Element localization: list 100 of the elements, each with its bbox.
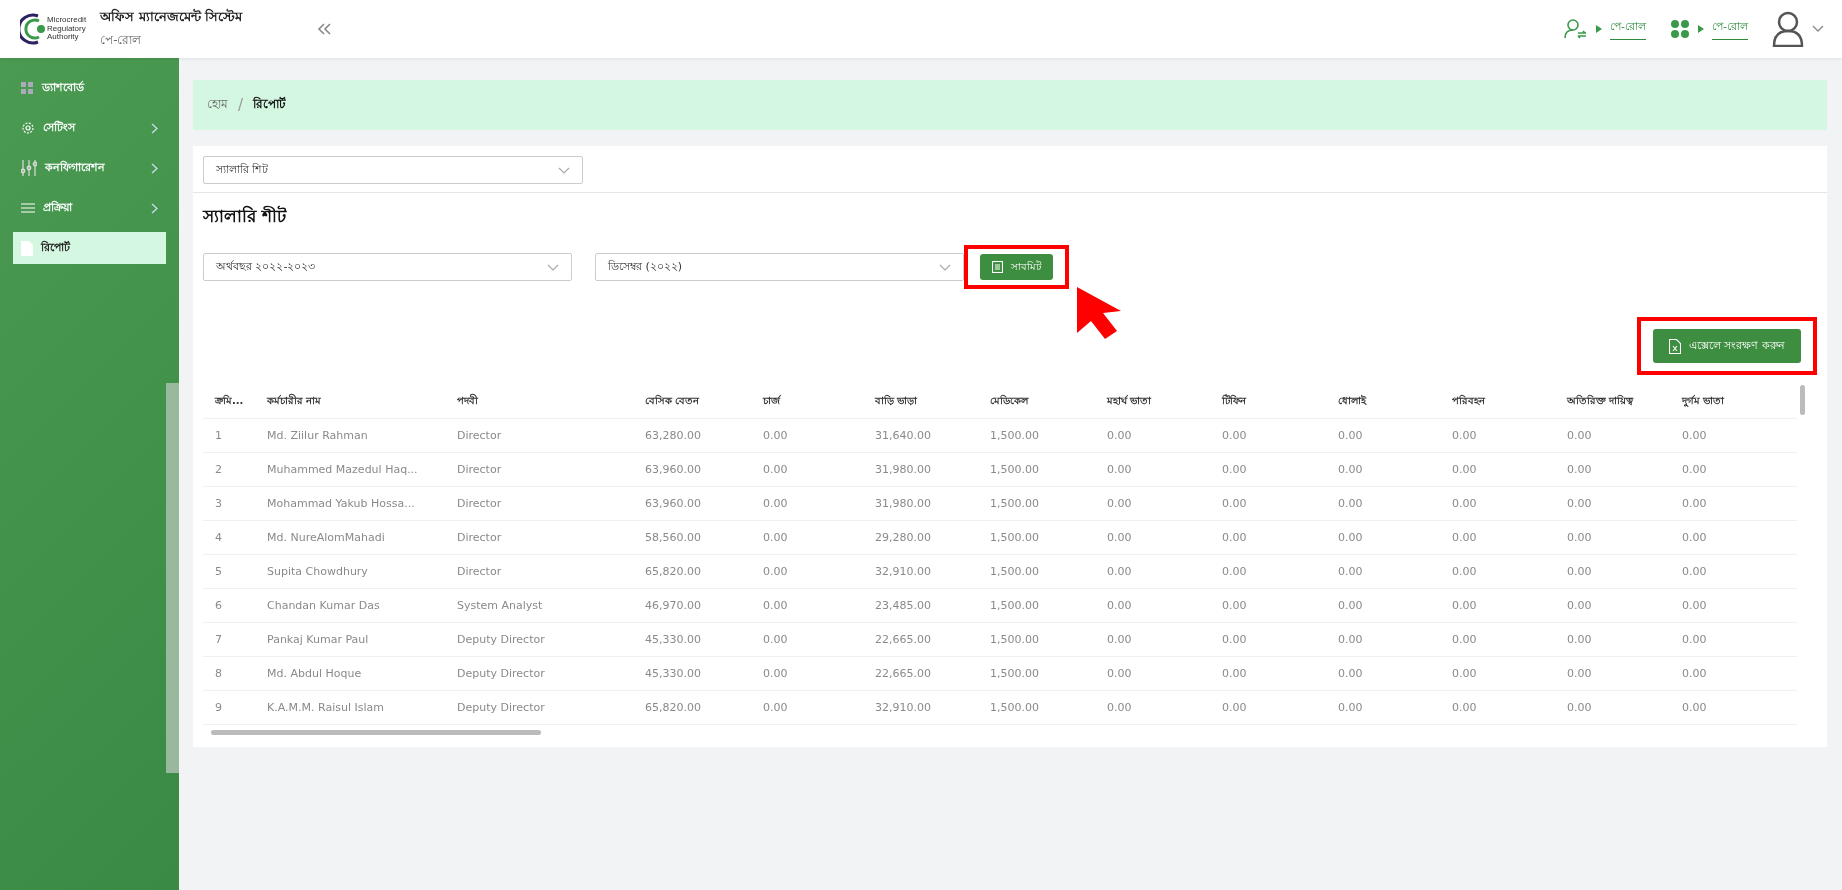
apps-grid-icon: [1670, 19, 1690, 39]
scrollbar[interactable]: [1800, 385, 1805, 415]
column-header: পরিবহন: [1452, 393, 1487, 408]
chevron-down-icon: [558, 166, 570, 174]
collapse-icon[interactable]: [316, 22, 333, 36]
table-cell-text: 0.00: [1452, 633, 1478, 646]
column-header: মহার্ঘ ভাতা: [1107, 394, 1153, 408]
table-cell-text: 0.00: [1338, 463, 1364, 476]
sidebar-item[interactable]: ড্যাশবোর্ড: [13, 72, 166, 104]
column-header: মেডিকেল: [990, 393, 1030, 408]
table-cell-text: 0.00: [1107, 531, 1133, 544]
app-subtitle: পে-রোল: [100, 32, 143, 49]
table-cell-text: 0.00: [1107, 463, 1133, 476]
table-cell-text: 0.00: [1222, 565, 1248, 578]
table-cell-text: 32,910.00: [875, 701, 932, 714]
column-header: টিফিন: [1222, 393, 1248, 408]
filter-select[interactable]: ডিসেম্বর (২০২২): [595, 253, 964, 281]
table-cell-text: 0.00: [1338, 667, 1364, 680]
table-cell-text: 0.00: [763, 463, 789, 476]
table-cell-text: 22,665.00: [875, 633, 932, 646]
module-link[interactable]: পে-রোল: [1712, 18, 1748, 40]
logo-text: Regulatory: [47, 24, 87, 33]
dashboard-icon: [21, 81, 34, 95]
scrollbar[interactable]: [211, 730, 541, 735]
chevron-right-icon: [151, 122, 158, 134]
table-cell-text: 0.00: [1222, 633, 1248, 646]
document-icon: [21, 240, 33, 256]
sidebar-item[interactable]: সেটিংস: [13, 112, 166, 144]
table-cell-text: 0.00: [1338, 531, 1364, 544]
submit-button[interactable]: সাবমিট: [980, 254, 1053, 280]
table-cell-text: 0.00: [1452, 667, 1478, 680]
column-header: ক্রমি...: [215, 393, 245, 408]
table-cell-text: Muhammed Mazedul Haq...: [267, 463, 419, 476]
breadcrumb-item[interactable]: রিপোর্ট: [253, 95, 287, 115]
table-cell-text: 0.00: [1338, 497, 1364, 510]
table-cell-text: 0.00: [763, 565, 789, 578]
table-cell-text: 0.00: [1682, 599, 1708, 612]
column-header: কর্মচারীর নাম: [267, 393, 323, 408]
table-cell-text: 0.00: [763, 497, 789, 510]
table-cell-text: 2: [215, 463, 223, 476]
table-cell-text: 0.00: [1107, 701, 1133, 714]
column-header: বাড়ি ভাড়া: [875, 393, 919, 408]
table-cell-text: 23,485.00: [875, 599, 932, 612]
report-type-select[interactable]: স্যালারি শিট: [203, 156, 583, 184]
table-cell-text: 1: [215, 429, 223, 442]
table-cell-text: 0.00: [1222, 701, 1248, 714]
table-cell-text: 0.00: [1567, 599, 1593, 612]
column-header: ধোলাই: [1338, 394, 1368, 408]
logo-icon: [20, 13, 46, 45]
user-avatar-icon[interactable]: [1772, 11, 1804, 47]
column-header: পদবী: [457, 393, 479, 408]
table-cell-text: Director: [457, 497, 503, 510]
table-cell-text: 29,280.00: [875, 531, 932, 544]
table-cell-text: 8: [215, 667, 223, 680]
table-cell-text: 0.00: [1452, 497, 1478, 510]
breadcrumb-item[interactable]: হোম: [207, 95, 228, 115]
table-cell-text: 6: [215, 599, 223, 612]
table-cell-text: 31,980.00: [875, 463, 932, 476]
logo-text: Microcredit: [47, 15, 87, 25]
table-cell-text: Deputy Director: [457, 633, 546, 646]
table-cell-text: 46,970.00: [645, 599, 702, 612]
table-cell-text: 0.00: [1338, 633, 1364, 646]
table-cell-text: 63,960.00: [645, 463, 702, 476]
table-cell-text: 0.00: [1338, 565, 1364, 578]
table-cell-text: Director: [457, 531, 503, 544]
table-cell-text: 0.00: [1452, 599, 1478, 612]
table-cell-text: 0.00: [1682, 667, 1708, 680]
table-cell-text: 0.00: [1107, 633, 1133, 646]
app-title: অফিস ম্যানেজমেন্ট সিস্টেম: [100, 7, 243, 26]
table-cell-text: 31,980.00: [875, 497, 932, 510]
export-excel-button[interactable]: এক্সেলে সংরক্ষণ করুন: [1653, 329, 1801, 363]
table-cell-text: 1,500.00: [990, 667, 1040, 680]
chevron-down-icon[interactable]: [1812, 25, 1824, 33]
table-cell-text: 1,500.00: [990, 497, 1040, 510]
gear-icon: [21, 121, 35, 135]
sidebar-item[interactable]: রিপোর্ট: [13, 232, 166, 264]
scrollbar[interactable]: [166, 383, 179, 773]
table-cell-text: 0.00: [1567, 531, 1593, 544]
table-cell-text: Director: [457, 463, 503, 476]
table-cell-text: Deputy Director: [457, 667, 546, 680]
column-header: বেসিক বেতন: [645, 393, 701, 408]
breadcrumb-separator: /: [238, 96, 244, 114]
table-cell-text: 0.00: [1107, 667, 1133, 680]
table-cell-text: 0.00: [1338, 429, 1364, 442]
table-cell-text: 0.00: [1222, 531, 1248, 544]
module-link[interactable]: পে-রোল: [1610, 18, 1646, 40]
table-cell-text: Deputy Director: [457, 701, 546, 714]
table-cell-text: 0.00: [1107, 565, 1133, 578]
table-cell-text: 0.00: [1452, 701, 1478, 714]
sidebar-item[interactable]: কনফিগারেশন: [13, 152, 166, 184]
table-cell-text: 3: [215, 497, 223, 510]
filter-select[interactable]: অর্থবছর ২০২২-২০২৩: [203, 253, 572, 281]
table-cell-text: Md. NureAlomMahadi: [267, 531, 386, 544]
table-cell-text: 45,330.00: [645, 633, 702, 646]
table-cell-text: 1,500.00: [990, 463, 1040, 476]
table-cell-text: 1,500.00: [990, 565, 1040, 578]
table-cell-text: 0.00: [1567, 565, 1593, 578]
sidebar-item[interactable]: প্রক্রিয়া: [13, 192, 166, 224]
filter-lines-icon: [21, 202, 35, 214]
chevron-right-icon: [151, 202, 158, 214]
